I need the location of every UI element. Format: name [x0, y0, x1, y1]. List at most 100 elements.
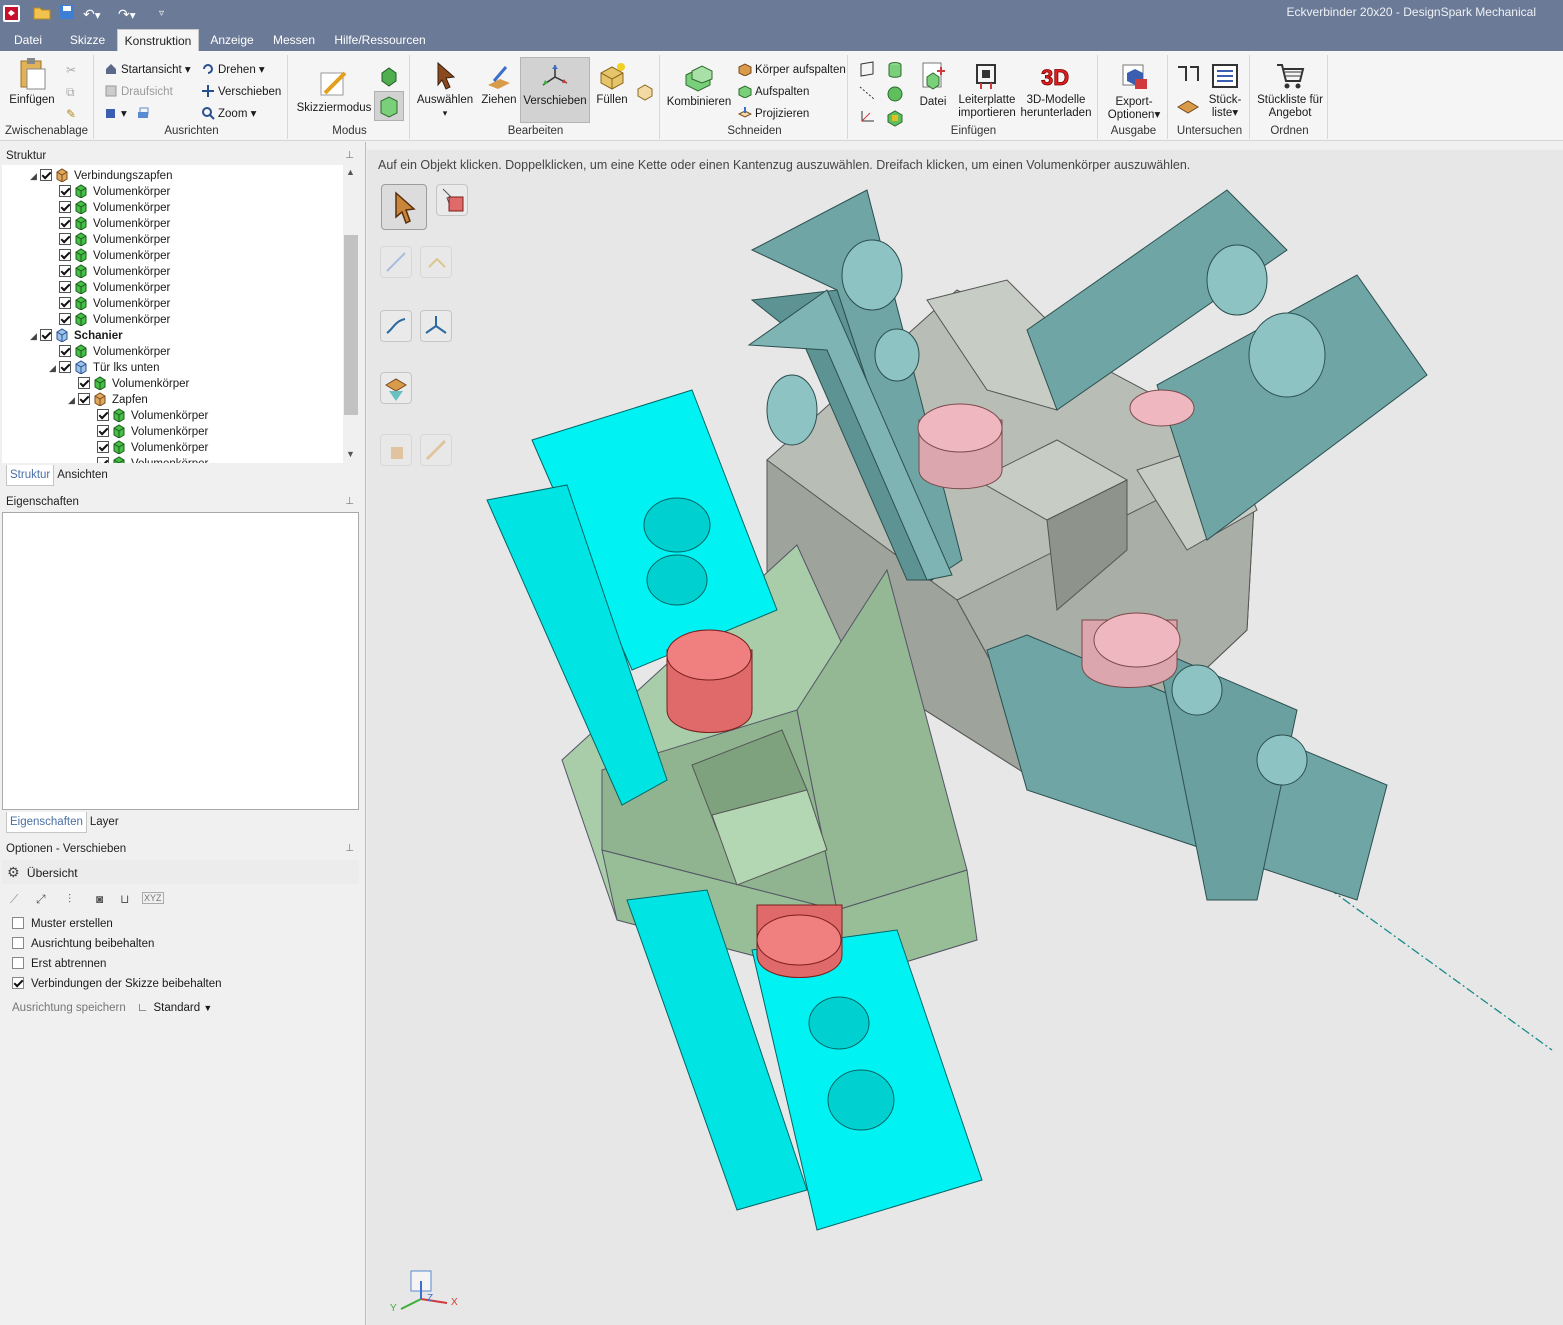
tree-item[interactable]: Volumenkörper: [49, 216, 170, 232]
aufspalten-button[interactable]: Aufspalten: [738, 83, 809, 101]
visibility-checkbox[interactable]: [59, 345, 71, 357]
fuellen-button[interactable]: Füllen: [592, 61, 632, 107]
copy-icon[interactable]: ⧉: [66, 85, 75, 100]
tab-konstruktion[interactable]: Konstruktion: [117, 29, 199, 51]
visibility-checkbox[interactable]: [78, 393, 90, 405]
move-along-trajectory-button[interactable]: [380, 310, 412, 342]
3d-mode-icon[interactable]: [374, 91, 404, 121]
visibility-checkbox[interactable]: [59, 265, 71, 277]
tree-item[interactable]: ◢ Schanier: [30, 328, 123, 344]
visibility-checkbox[interactable]: [59, 361, 71, 373]
tab-skizze[interactable]: Skizze: [60, 29, 115, 51]
koerper-aufspalten-button[interactable]: Körper aufspalten: [738, 61, 846, 79]
option-checkbox[interactable]: [12, 917, 24, 929]
tab-datei[interactable]: Datei: [4, 29, 52, 51]
check-geometry-icon[interactable]: [1176, 93, 1200, 118]
leiterplatte-button[interactable]: Leiterplatte importieren: [954, 61, 1020, 120]
section-mode-icon[interactable]: [378, 65, 400, 90]
select-tool-button[interactable]: [381, 184, 427, 230]
expand-toggle-icon[interactable]: ◢: [30, 328, 40, 344]
plane-icon[interactable]: [858, 61, 876, 80]
pin-icon[interactable]: ⊥: [345, 491, 354, 513]
anchor-tool-button[interactable]: [420, 246, 452, 278]
visibility-checkbox[interactable]: [97, 457, 109, 463]
pivot-tool-button[interactable]: [380, 434, 412, 466]
anchor-icon[interactable]: ⟋: [10, 892, 18, 907]
tree-item[interactable]: Volumenkörper: [49, 264, 170, 280]
ausrichtung-dropdown[interactable]: Standard: [153, 1002, 200, 1014]
option-row[interactable]: Ausrichtung beibehalten: [12, 936, 154, 952]
datei-button[interactable]: Datei: [916, 61, 950, 109]
stueckliste-button[interactable]: Stück-liste▾: [1204, 61, 1246, 120]
tree-item[interactable]: Volumenkörper: [87, 456, 208, 463]
tree-item[interactable]: Volumenkörper: [49, 248, 170, 264]
move-handle-button[interactable]: [420, 310, 452, 342]
tab-messen[interactable]: Messen: [265, 29, 323, 51]
chevron-down-icon[interactable]: ▼: [203, 1003, 212, 1013]
open-icon[interactable]: [33, 4, 51, 24]
visibility-checkbox[interactable]: [59, 249, 71, 261]
detach-icon[interactable]: ⊔: [120, 892, 129, 906]
xyz-icon[interactable]: XYZ: [142, 892, 164, 904]
uebersicht-row[interactable]: ⚙ Übersicht: [2, 860, 359, 884]
skizziermodus-button[interactable]: Skizziermodus: [295, 69, 373, 115]
visibility-checkbox[interactable]: [40, 329, 52, 341]
dimension-icon[interactable]: ⫶: [68, 892, 71, 907]
tree-item[interactable]: Volumenkörper: [68, 376, 189, 392]
scroll-down-icon[interactable]: ▼: [346, 449, 355, 459]
expand-toggle-icon[interactable]: ◢: [68, 392, 78, 408]
option-row[interactable]: Verbindungen der Skizze beibehalten: [12, 976, 222, 992]
option-row[interactable]: Muster erstellen: [12, 916, 113, 932]
pin-icon[interactable]: ⊥: [345, 145, 354, 167]
tab-hilfe[interactable]: Hilfe/Ressourcen: [330, 29, 430, 51]
pan-button[interactable]: Verschieben: [201, 83, 281, 101]
option-row[interactable]: Erst abtrennen: [12, 956, 106, 972]
model-canvas[interactable]: [367, 150, 1563, 1325]
format-painter-icon[interactable]: ✎: [66, 107, 76, 121]
up-to-tool-button[interactable]: [380, 372, 412, 404]
zoom-button[interactable]: Zoom ▾: [201, 105, 256, 123]
axis-icon[interactable]: [858, 85, 876, 104]
scroll-thumb[interactable]: [344, 235, 358, 415]
3d-modelle-button[interactable]: 3D 3D-Modelle herunterladen: [1020, 61, 1092, 120]
cursor-anchor-icon[interactable]: ◙: [96, 892, 103, 906]
ziehen-button[interactable]: Ziehen: [478, 61, 520, 107]
tree-item[interactable]: ◢ Tür lks unten: [49, 360, 159, 376]
visibility-checkbox[interactable]: [97, 425, 109, 437]
sphere-icon[interactable]: [886, 85, 904, 106]
tree-item[interactable]: Volumenkörper: [49, 280, 170, 296]
kombinieren-button[interactable]: Kombinieren: [664, 63, 734, 109]
tree-item[interactable]: Volumenkörper: [49, 200, 170, 216]
visibility-checkbox[interactable]: [59, 201, 71, 213]
option-checkbox[interactable]: [12, 937, 24, 949]
auswaehlen-button[interactable]: Auswählen ▾: [416, 61, 474, 120]
visibility-checkbox[interactable]: [59, 233, 71, 245]
visibility-checkbox[interactable]: [59, 281, 71, 293]
tab-ansichten[interactable]: Ansichten: [54, 465, 111, 486]
ruler-icon[interactable]: ⤢: [36, 892, 46, 907]
tree-item[interactable]: Volumenkörper: [49, 312, 170, 328]
visibility-checkbox[interactable]: [59, 217, 71, 229]
tree-item[interactable]: Volumenkörper: [87, 424, 208, 440]
view-cube-button[interactable]: ▾: [104, 105, 153, 123]
scroll-up-icon[interactable]: ▲: [346, 167, 355, 177]
tree-item[interactable]: Volumenkörper: [49, 296, 170, 312]
startansicht-button[interactable]: Startansicht ▾: [104, 61, 191, 79]
option-checkbox[interactable]: [12, 957, 24, 969]
3d-viewport[interactable]: Auf ein Objekt klicken. Doppelklicken, u…: [367, 150, 1563, 1325]
tree-item[interactable]: Volumenkörper: [49, 232, 170, 248]
tree-item[interactable]: Volumenkörper: [49, 184, 170, 200]
measure-icon[interactable]: [1176, 63, 1200, 88]
paste-button[interactable]: Einfügen: [6, 57, 58, 107]
expand-toggle-icon[interactable]: ◢: [30, 168, 40, 184]
tree-item[interactable]: Volumenkörper: [49, 344, 170, 360]
option-checkbox[interactable]: [12, 977, 24, 989]
verschieben-button[interactable]: Verschieben: [520, 57, 590, 123]
visibility-checkbox[interactable]: [97, 441, 109, 453]
tweak-face-icon[interactable]: [636, 83, 654, 104]
ruler-tool-button[interactable]: [420, 434, 452, 466]
tree-item[interactable]: Volumenkörper: [87, 440, 208, 456]
tab-struktur[interactable]: Struktur: [6, 465, 55, 486]
tree-item[interactable]: ◢ Verbindungszapfen: [30, 168, 172, 184]
visibility-checkbox[interactable]: [97, 409, 109, 421]
